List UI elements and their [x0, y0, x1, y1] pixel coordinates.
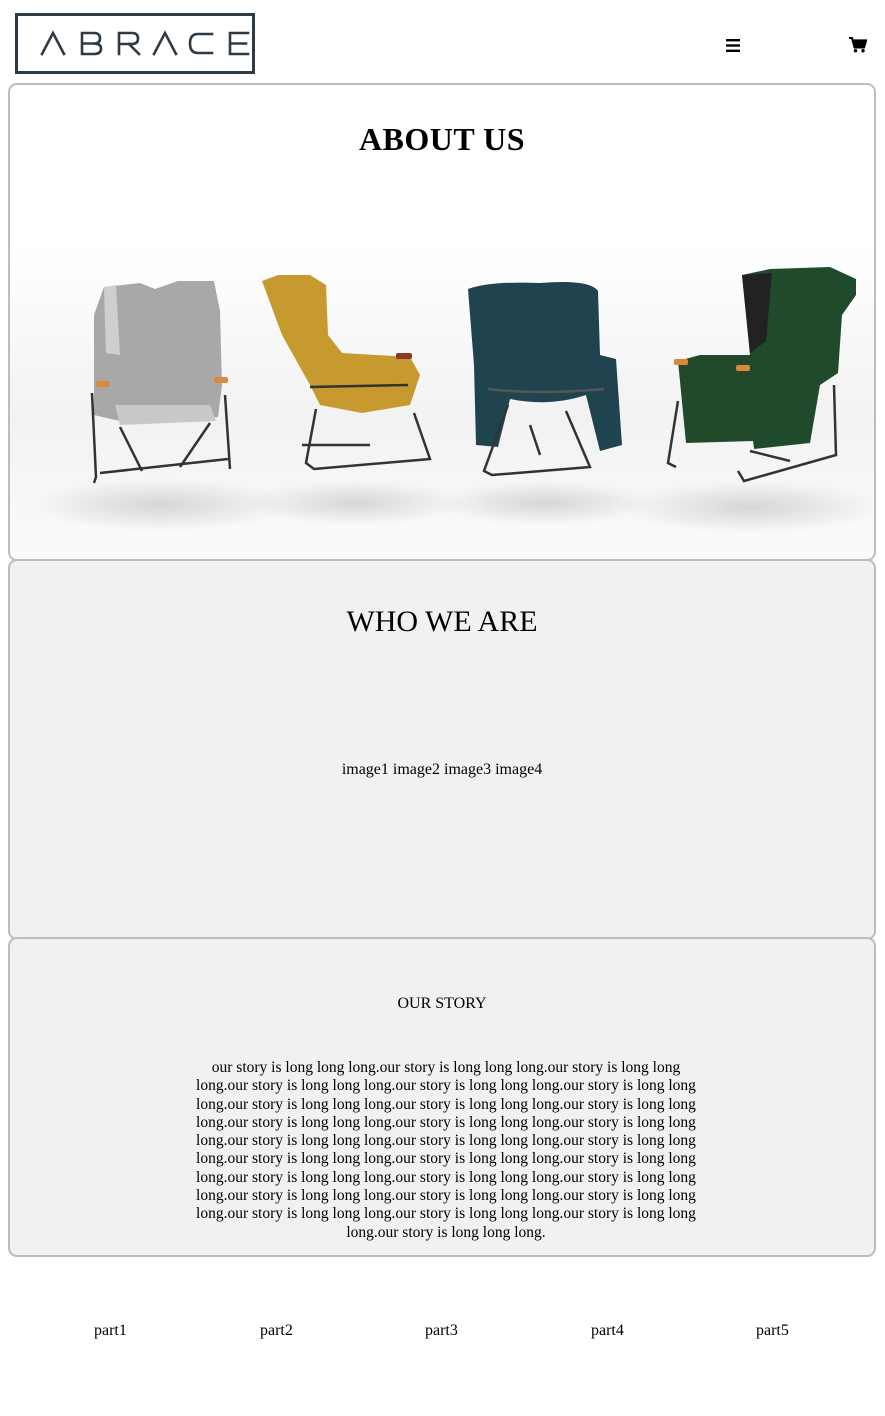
footer-link-part1[interactable]: part1	[94, 1322, 127, 1340]
footer-link-part3[interactable]: part3	[425, 1322, 458, 1340]
who-we-are-title: WHO WE ARE	[346, 605, 538, 638]
who-we-are-section: WHO WE ARE image1 image2 image3 image4	[8, 559, 876, 940]
our-story-title: OUR STORY	[397, 995, 487, 1012]
about-title: ABOUT US	[358, 121, 526, 157]
our-story-section: OUR STORY our story is long long long.ou…	[8, 937, 876, 1257]
about-section: ABOUT US	[8, 83, 876, 561]
site-header	[0, 0, 885, 84]
footer-link-part4[interactable]: part4	[591, 1322, 624, 1340]
cart-button[interactable]	[847, 34, 869, 56]
hamburger-icon	[726, 38, 740, 52]
footer-nav: part1 part2 part3 part4 part5	[0, 1322, 885, 1346]
shopping-cart-icon	[849, 37, 867, 53]
menu-button[interactable]	[722, 34, 744, 56]
footer-link-part2[interactable]: part2	[260, 1322, 293, 1340]
our-story-body: our story is long long long.our story is…	[196, 1059, 696, 1241]
footer-link-part5[interactable]: part5	[756, 1322, 789, 1340]
abrace-logo-mark	[40, 30, 250, 56]
brand-logo[interactable]	[15, 13, 255, 74]
images-placeholder: image1 image2 image3 image4	[341, 761, 543, 778]
chairs-hero-image	[10, 245, 874, 559]
